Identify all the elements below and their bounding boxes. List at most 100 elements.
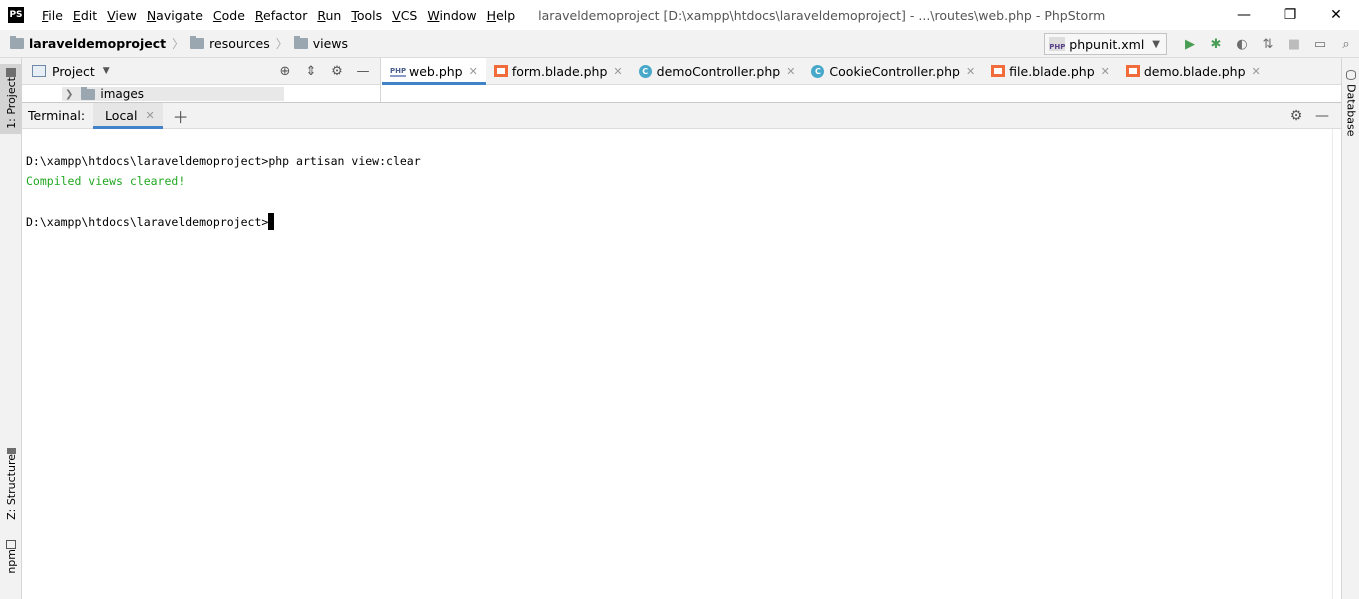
- close-button[interactable]: ✕: [1313, 0, 1359, 30]
- close-icon[interactable]: ✕: [966, 65, 975, 78]
- tab-label: Local: [105, 108, 138, 123]
- tool-window-label: Z: Structure: [4, 454, 18, 520]
- menu-run[interactable]: Run: [312, 8, 346, 23]
- gear-icon[interactable]: ⚙: [1283, 108, 1309, 124]
- chevron-down-icon: ▼: [1152, 38, 1160, 50]
- tab-label: file.blade.php: [1009, 63, 1095, 79]
- php-file-icon: PHP: [1049, 37, 1065, 51]
- tool-window-database[interactable]: Database: [1342, 70, 1359, 137]
- breadcrumb-label: resources: [209, 36, 270, 51]
- tab-demo-controller[interactable]: C demoController.php ✕: [631, 58, 804, 84]
- terminal-scrollbar[interactable]: [1332, 129, 1341, 599]
- restore-button[interactable]: ❐: [1267, 0, 1313, 30]
- menu-edit[interactable]: Edit: [68, 8, 102, 23]
- tree-item-label: images: [100, 87, 145, 101]
- run-configuration-select[interactable]: PHP phpunit.xml ▼: [1044, 33, 1167, 55]
- close-icon[interactable]: ✕: [469, 65, 478, 78]
- close-icon[interactable]: ✕: [1101, 65, 1110, 78]
- tab-web-php[interactable]: PHP web.php ✕: [382, 58, 486, 85]
- project-icon: [32, 65, 46, 77]
- breadcrumb-label: laraveldemoproject: [29, 36, 167, 51]
- editor-tabs: PHP web.php ✕ form.blade.php ✕ C demoCon…: [382, 58, 1341, 85]
- run-icon[interactable]: ▶: [1177, 33, 1203, 55]
- chevron-right-icon[interactable]: ❯: [65, 89, 73, 100]
- class-icon: C: [811, 64, 825, 78]
- blade-file-icon: [493, 65, 508, 77]
- window-icon[interactable]: ▭: [1307, 33, 1333, 55]
- minimize-button[interactable]: —: [1221, 0, 1267, 30]
- project-view-selector[interactable]: Project: [52, 64, 95, 79]
- left-tool-strip: 1: Project Z: Structure npm: [0, 58, 22, 599]
- tab-file-blade[interactable]: file.blade.php ✕: [983, 58, 1118, 84]
- menu-file[interactable]: File: [37, 8, 68, 23]
- chevron-down-icon[interactable]: ▼: [103, 66, 110, 76]
- breadcrumb-resources[interactable]: resources: [190, 36, 270, 51]
- coverage-icon[interactable]: ◐: [1229, 33, 1255, 55]
- menu-vcs[interactable]: VCS: [387, 8, 422, 23]
- hide-icon[interactable]: —: [350, 64, 376, 79]
- tab-demo-blade[interactable]: demo.blade.php ✕: [1118, 58, 1269, 84]
- project-panel-header: Project ▼ ⊕ ⇕ ⚙ —: [22, 58, 381, 85]
- run-configuration-label: phpunit.xml: [1069, 36, 1145, 52]
- close-icon[interactable]: ✕: [786, 65, 795, 78]
- search-icon[interactable]: ⌕: [1333, 33, 1359, 55]
- chevron-right-icon: 〉: [172, 37, 185, 51]
- editor-area[interactable]: [382, 85, 1341, 102]
- tab-form-blade[interactable]: form.blade.php ✕: [486, 58, 631, 84]
- terminal-prompt-line: D:\xampp\htdocs\laraveldemoproject>: [26, 213, 1332, 233]
- folder-icon: [10, 36, 24, 49]
- folder-icon: [190, 36, 205, 49]
- terminal-cursor: [268, 213, 275, 230]
- new-terminal-button[interactable]: ＋: [163, 103, 199, 128]
- breadcrumb-label: views: [312, 36, 349, 51]
- tab-label: demo.blade.php: [1143, 63, 1246, 79]
- tab-cookie-controller[interactable]: C CookieController.php ✕: [803, 58, 983, 84]
- tool-window-npm[interactable]: npm: [0, 536, 22, 580]
- tool-window-label: Database: [1344, 84, 1358, 137]
- collapse-all-icon[interactable]: ⇕: [298, 64, 324, 79]
- close-icon[interactable]: ✕: [145, 109, 154, 122]
- tool-window-structure[interactable]: Z: Structure: [0, 444, 22, 520]
- tab-terminal-local[interactable]: Local ✕: [93, 103, 163, 129]
- folder-icon: [6, 68, 16, 77]
- gear-icon[interactable]: ⚙: [324, 64, 350, 79]
- navigation-bar: laraveldemoproject 〉 resources 〉 views P…: [0, 30, 1359, 58]
- hide-icon[interactable]: —: [1309, 108, 1335, 124]
- terminal-success-line: Compiled views cleared!: [26, 174, 186, 188]
- class-icon: C: [638, 64, 652, 78]
- window-title: laraveldemoproject [D:\xampp\htdocs\lara…: [538, 7, 1106, 23]
- terminal-output[interactable]: D:\xampp\htdocs\laraveldemoproject>php a…: [22, 129, 1332, 599]
- breadcrumb-views[interactable]: views: [293, 36, 349, 51]
- tab-label: CookieController.php: [829, 63, 960, 79]
- folder-icon: [81, 87, 96, 100]
- tool-window-project[interactable]: 1: Project: [0, 64, 22, 134]
- window-controls: — ❐ ✕: [1221, 0, 1359, 30]
- menu-refactor[interactable]: Refactor: [250, 8, 312, 23]
- menu-navigate[interactable]: Navigate: [142, 8, 208, 23]
- menu-tools[interactable]: Tools: [346, 8, 387, 23]
- close-icon[interactable]: ✕: [613, 65, 622, 78]
- database-icon: [1346, 70, 1356, 80]
- debug-icon[interactable]: ✱: [1203, 33, 1229, 55]
- title-bar: PS File Edit View Navigate Code Refactor…: [0, 0, 1359, 30]
- folder-icon: [293, 36, 308, 49]
- terminal-prompt: D:\xampp\htdocs\laraveldemoproject>: [26, 215, 269, 229]
- menu-window[interactable]: Window: [422, 8, 481, 23]
- tab-label: form.blade.php: [511, 63, 608, 79]
- breadcrumb-project[interactable]: laraveldemoproject: [10, 36, 166, 51]
- right-tool-strip: Database: [1341, 58, 1359, 599]
- menu-help[interactable]: Help: [482, 8, 521, 23]
- tab-label: web.php: [409, 63, 463, 79]
- close-icon[interactable]: ✕: [1252, 65, 1261, 78]
- tree-item[interactable]: ❯ images: [62, 87, 284, 101]
- phpstorm-window: PS File Edit View Navigate Code Refactor…: [0, 0, 1359, 599]
- locate-icon[interactable]: ⊕: [272, 64, 298, 79]
- terminal-label: Terminal:: [28, 108, 86, 123]
- profile-icon[interactable]: ⇅: [1255, 33, 1281, 55]
- menu-bar: File Edit View Navigate Code Refactor Ru…: [37, 8, 520, 23]
- run-toolbar: PHP phpunit.xml ▼ ▶ ✱ ◐ ⇅ ■ ▭ ⌕: [1044, 30, 1359, 58]
- project-tree: ❯ images: [22, 85, 381, 102]
- stop-icon[interactable]: ■: [1281, 33, 1307, 55]
- menu-code[interactable]: Code: [208, 8, 250, 23]
- menu-view[interactable]: View: [102, 8, 142, 23]
